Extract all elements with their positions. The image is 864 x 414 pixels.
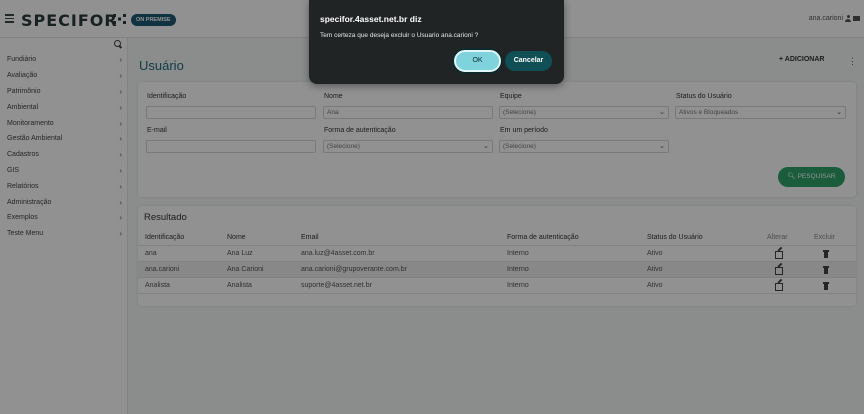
cancel-button[interactable]: Cancelar [505, 51, 552, 71]
confirm-dialog: specifor.4asset.net.br diz Tem certeza q… [309, 0, 564, 84]
ok-button[interactable]: OK [454, 50, 501, 72]
dialog-title: specifor.4asset.net.br diz [320, 14, 422, 24]
dialog-message: Tem certeza que deseja excluir o Usuario… [320, 32, 479, 39]
